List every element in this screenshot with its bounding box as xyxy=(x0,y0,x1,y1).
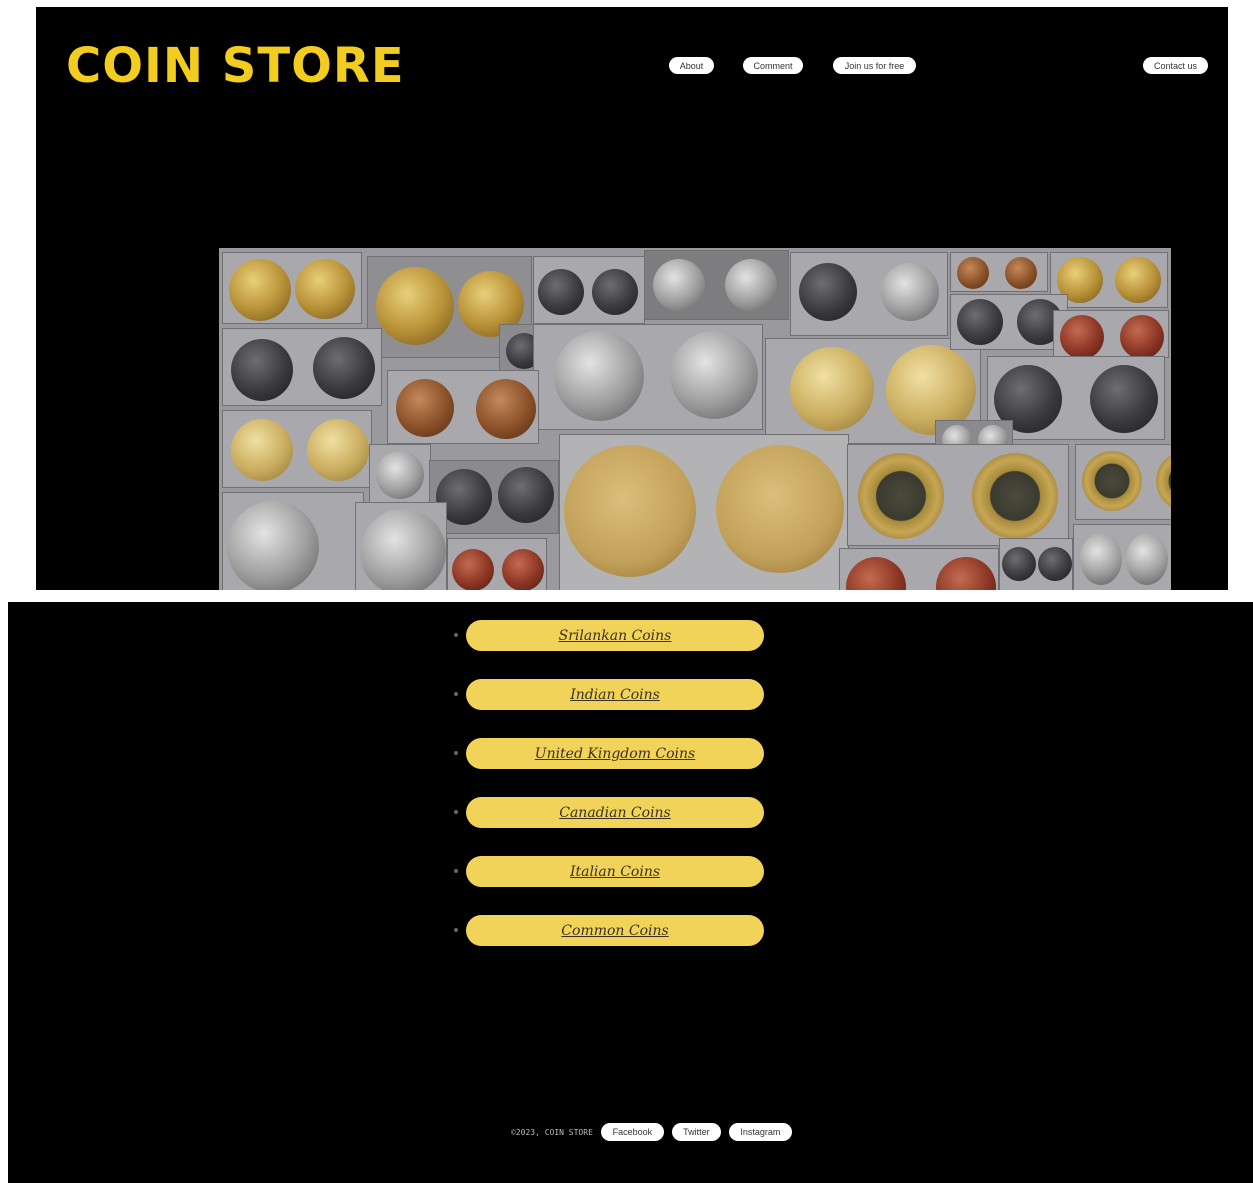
coin-collage-image xyxy=(219,248,1171,590)
coin-photo xyxy=(950,252,1048,292)
coin xyxy=(592,269,638,315)
coin-photo xyxy=(369,444,431,506)
coin xyxy=(881,263,939,321)
coin xyxy=(564,445,696,577)
coin-photo xyxy=(447,538,547,590)
coin-photo xyxy=(355,502,447,590)
coin xyxy=(1002,547,1036,581)
indian-coins-link[interactable]: Indian Coins xyxy=(466,679,764,710)
united-kingdom-coins-link[interactable]: United Kingdom Coins xyxy=(466,738,764,769)
coin xyxy=(229,259,291,321)
canadian-coins-link[interactable]: Canadian Coins xyxy=(466,797,764,828)
coin xyxy=(1082,451,1142,511)
coin xyxy=(452,549,494,590)
coin-photo xyxy=(222,328,382,406)
coin-photo xyxy=(987,356,1165,440)
coin xyxy=(476,379,536,439)
coin xyxy=(227,501,319,590)
coin xyxy=(295,259,355,319)
coin xyxy=(653,259,705,311)
coin xyxy=(307,419,369,481)
coin-photo xyxy=(1075,444,1171,520)
list-item: Srilankan Coins xyxy=(448,620,778,651)
coin-photo xyxy=(387,370,539,444)
site-logo[interactable]: COIN STORE xyxy=(66,40,405,92)
nav-join-button[interactable]: Join us for free xyxy=(833,57,916,74)
coin xyxy=(360,509,446,590)
coin xyxy=(1080,533,1122,585)
bullet-icon xyxy=(454,692,458,696)
coin xyxy=(231,339,293,401)
coin-photo xyxy=(222,410,372,488)
coin xyxy=(957,299,1003,345)
bottom-section: Srilankan Coins Indian Coins United King… xyxy=(8,602,1253,1183)
bullet-icon xyxy=(454,928,458,932)
coin xyxy=(313,337,375,399)
coin-photo xyxy=(222,252,362,324)
nav-contact-button[interactable]: Contact us xyxy=(1143,57,1208,74)
copyright-text: ©2023, COIN STORE xyxy=(511,1127,593,1137)
coin xyxy=(846,557,906,590)
coin-photo xyxy=(847,444,1069,546)
coin xyxy=(1120,315,1164,359)
bullet-icon xyxy=(454,633,458,637)
coin-photo xyxy=(950,294,1068,350)
coin-photo xyxy=(839,548,999,590)
nav-about-button[interactable]: About xyxy=(669,57,714,74)
srilankan-coins-link[interactable]: Srilankan Coins xyxy=(466,620,764,651)
top-section: COIN STORE About Comment Join us for fre… xyxy=(36,7,1228,590)
list-item: Italian Coins xyxy=(448,856,778,887)
coin xyxy=(716,445,844,573)
coin-photo xyxy=(559,434,849,590)
list-item: Indian Coins xyxy=(448,679,778,710)
footer: ©2023, COIN STORE Facebook Twitter Insta… xyxy=(511,1122,800,1142)
coin-photo xyxy=(1053,310,1169,359)
common-coins-link[interactable]: Common Coins xyxy=(466,915,764,946)
coin xyxy=(1005,257,1037,289)
coin xyxy=(502,549,544,590)
bullet-icon xyxy=(454,810,458,814)
coin xyxy=(396,379,454,437)
coin-category-list: Srilankan Coins Indian Coins United King… xyxy=(448,620,778,974)
coin xyxy=(1115,257,1161,303)
coin xyxy=(376,451,424,499)
facebook-button[interactable]: Facebook xyxy=(600,1123,664,1141)
bullet-icon xyxy=(454,869,458,873)
coin xyxy=(1126,533,1168,585)
coin xyxy=(1060,315,1104,359)
twitter-button[interactable]: Twitter xyxy=(671,1123,721,1141)
italian-coins-link[interactable]: Italian Coins xyxy=(466,856,764,887)
coin xyxy=(936,557,996,590)
list-item: United Kingdom Coins xyxy=(448,738,778,769)
coin-photo xyxy=(429,460,559,534)
bullet-icon xyxy=(454,751,458,755)
coin xyxy=(790,347,874,431)
coin xyxy=(1156,451,1171,511)
coin xyxy=(725,259,777,311)
list-item: Common Coins xyxy=(448,915,778,946)
coin xyxy=(972,453,1058,539)
coin-photo xyxy=(533,324,763,430)
coin-photo xyxy=(222,492,364,590)
coin xyxy=(799,263,857,321)
coin xyxy=(1090,365,1158,433)
coin-photo xyxy=(790,252,948,336)
coin xyxy=(858,453,944,539)
nav-comment-button[interactable]: Comment xyxy=(743,57,803,74)
coin xyxy=(538,269,584,315)
coin-photo xyxy=(999,538,1073,590)
coin-photo xyxy=(533,256,645,324)
coin-photo xyxy=(644,250,789,320)
coin xyxy=(376,267,454,345)
coin xyxy=(231,419,293,481)
coin xyxy=(670,331,758,419)
instagram-button[interactable]: Instagram xyxy=(728,1123,792,1141)
coin xyxy=(498,467,554,523)
coin-photo xyxy=(1073,524,1171,590)
coin xyxy=(554,331,644,421)
list-item: Canadian Coins xyxy=(448,797,778,828)
coin xyxy=(957,257,989,289)
coin xyxy=(1038,547,1072,581)
